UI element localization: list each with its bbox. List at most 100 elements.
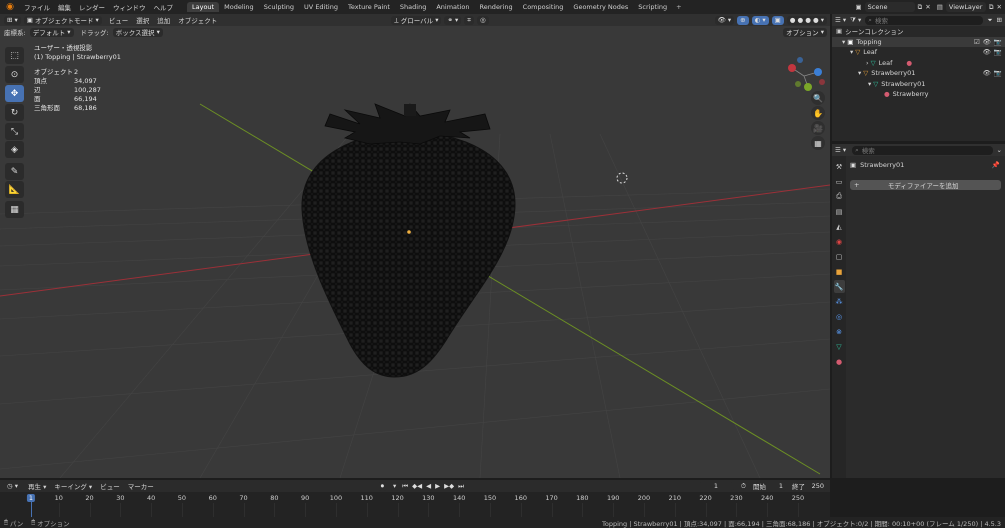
transform-orientation-selector[interactable]: ⟂ グローバル ▾: [391, 15, 442, 25]
menu-edit[interactable]: 編集: [54, 2, 75, 12]
menu-help[interactable]: ヘルプ: [150, 2, 178, 12]
visibility-icon[interactable]: 👁 ▾: [714, 15, 735, 25]
data-tab-icon[interactable]: ▽: [834, 340, 845, 353]
object-tab-icon[interactable]: ■: [834, 265, 845, 278]
new-collection-icon[interactable]: ⊞: [997, 16, 1002, 24]
copy-icon[interactable]: ⧉: [989, 3, 994, 12]
xray-toggle[interactable]: ▣: [771, 15, 784, 25]
outliner-editor-icon[interactable]: ☰ ▾: [835, 16, 846, 24]
material-tab-icon[interactable]: ●: [834, 355, 845, 368]
stopwatch-icon[interactable]: ⏱: [737, 482, 750, 491]
shading-modes[interactable]: ● ● ● ● ▾: [786, 15, 827, 25]
tab-scripting[interactable]: Scripting: [633, 2, 672, 12]
expand-icon[interactable]: ›: [866, 59, 869, 67]
tab-rendering[interactable]: Rendering: [474, 2, 517, 12]
expand-icon[interactable]: ▾: [868, 80, 871, 88]
editor-type-button[interactable]: ◷ ▾: [4, 481, 22, 491]
view-layer-selector[interactable]: ViewLayer: [945, 2, 986, 12]
tab-compositing[interactable]: Compositing: [518, 2, 569, 12]
outliner-search-input[interactable]: ⌕ 検索: [865, 15, 984, 25]
filter-icon[interactable]: ⧩ ▾: [850, 16, 861, 25]
start-frame-field[interactable]: 開始 1: [750, 481, 786, 491]
pivot-selector[interactable]: ⚭ ▾: [444, 15, 462, 25]
options-button[interactable]: オプション ▾: [783, 27, 827, 37]
gizmo-y[interactable]: [804, 83, 812, 91]
end-frame-field[interactable]: 終了 250: [789, 481, 827, 491]
menu-window[interactable]: ウィンドウ: [109, 2, 150, 12]
expand-icon[interactable]: ▾: [850, 48, 853, 56]
outliner-row-leaf[interactable]: ▾ ▽ Leaf 👁 📷: [832, 47, 1005, 58]
zoom-icon[interactable]: 🔍: [811, 91, 825, 105]
record-button[interactable]: ⏺: [377, 481, 387, 491]
menu-view[interactable]: ビュー: [105, 15, 133, 25]
3d-viewport[interactable]: ⊞ ▾ ▣ オブジェクトモード ▾ ビュー 選択 追加 オブジェクト ⟂ グローバ…: [0, 14, 830, 478]
jump-end-icon[interactable]: ⏭: [458, 482, 464, 491]
checkbox-icon[interactable]: ☑: [974, 38, 980, 46]
gizmo-toggle[interactable]: ⊕: [737, 15, 749, 25]
expand-icon[interactable]: ▾: [842, 38, 845, 46]
eye-icon[interactable]: 👁: [983, 48, 991, 56]
mode-selector[interactable]: ▣ オブジェクトモード ▾: [23, 15, 102, 25]
outliner-row-strawberry01-mesh[interactable]: ▾ ▽ Strawberry01: [832, 79, 1005, 90]
close-icon[interactable]: ✕: [997, 3, 1002, 11]
constraints-tab-icon[interactable]: ⊗: [834, 325, 845, 338]
tab-geometry-nodes[interactable]: Geometry Nodes: [568, 2, 633, 12]
camera-icon[interactable]: 📷: [994, 48, 1002, 56]
scale-tool[interactable]: ⤡: [5, 123, 24, 140]
outliner-scene-collection[interactable]: ▣ シーンコレクション: [832, 26, 1005, 37]
menu-view[interactable]: ビュー: [96, 481, 124, 491]
pan-hand-icon[interactable]: ✋: [811, 106, 825, 120]
menu-object[interactable]: オブジェクト: [174, 15, 221, 25]
add-workspace-button[interactable]: +: [672, 3, 685, 11]
camera-icon[interactable]: 📷: [994, 38, 1002, 46]
gizmo-x[interactable]: [788, 64, 796, 72]
close-icon[interactable]: ✕: [925, 3, 930, 11]
menu-select[interactable]: 選択: [132, 15, 153, 25]
tool-tab-icon[interactable]: ⚒: [834, 160, 845, 173]
snap-toggle[interactable]: ⌗: [464, 15, 474, 25]
move-tool[interactable]: ✥: [5, 85, 24, 102]
play-reverse-icon[interactable]: ◀: [426, 482, 431, 491]
timeline-ruler[interactable]: 1 10 20 30 40 50 60 70 80 90 100 110 120 130 140 150 160…: [0, 492, 830, 517]
outliner-row-leaf-mesh[interactable]: › ▽ Leaf ●: [832, 58, 1005, 69]
scene-selector[interactable]: Scene: [864, 2, 915, 12]
outliner-row-strawberry01[interactable]: ▾ ▽ Strawberry01 👁 📷: [832, 68, 1005, 79]
camera-icon[interactable]: 🎥: [811, 121, 825, 135]
scene-tab-icon[interactable]: ◭: [834, 220, 845, 233]
output-tab-icon[interactable]: ⎙: [834, 190, 845, 203]
jump-start-icon[interactable]: ⏮: [402, 482, 408, 491]
play-icon[interactable]: ▶: [435, 482, 440, 491]
proportional-edit-toggle[interactable]: ◎: [476, 15, 489, 25]
outliner-row-strawberry-material[interactable]: ● Strawberry: [832, 89, 1005, 100]
chevron-down-icon[interactable]: ⌄: [997, 146, 1002, 154]
menu-render[interactable]: レンダー: [75, 2, 109, 12]
tab-animation[interactable]: Animation: [431, 2, 474, 12]
collection-tab-icon[interactable]: ▢: [834, 250, 845, 263]
pin-icon[interactable]: 📌: [992, 161, 1000, 169]
menu-marker[interactable]: マーカー: [124, 481, 158, 491]
next-key-icon[interactable]: ▶◆: [444, 482, 454, 491]
annotate-tool[interactable]: ✎: [5, 163, 24, 180]
rotate-tool[interactable]: ↻: [5, 104, 24, 121]
menu-add[interactable]: 追加: [153, 15, 174, 25]
properties-search-input[interactable]: ⌕ 検索: [852, 145, 993, 155]
select-box-tool[interactable]: ⬚: [5, 47, 24, 64]
particles-tab-icon[interactable]: ⁂: [834, 295, 845, 308]
orientation-selector[interactable]: デフォルト ▾: [29, 27, 74, 37]
measure-tool[interactable]: 📐: [5, 181, 24, 198]
grid-perspective-icon[interactable]: ▦: [811, 136, 825, 150]
blender-logo-icon[interactable]: ◉: [4, 1, 16, 13]
physics-tab-icon[interactable]: ◎: [834, 310, 845, 323]
tab-texture-paint[interactable]: Texture Paint: [343, 2, 395, 12]
view-layer-tab-icon[interactable]: ▤: [834, 205, 845, 218]
modifier-tab-icon[interactable]: 🔧: [833, 280, 845, 293]
tab-modeling[interactable]: Modeling: [219, 2, 259, 12]
tab-shading[interactable]: Shading: [395, 2, 431, 12]
render-tab-icon[interactable]: ▭: [834, 175, 845, 188]
properties-editor-icon[interactable]: ☰ ▾: [835, 146, 846, 154]
gizmo-z[interactable]: [814, 68, 822, 76]
autokey-options[interactable]: ▾: [389, 481, 400, 491]
outliner-row-topping[interactable]: ▾ ▣ Topping ☑ 👁 📷: [832, 36, 1005, 47]
strawberry-mesh[interactable]: [301, 131, 516, 378]
world-tab-icon[interactable]: ◉: [834, 235, 845, 248]
